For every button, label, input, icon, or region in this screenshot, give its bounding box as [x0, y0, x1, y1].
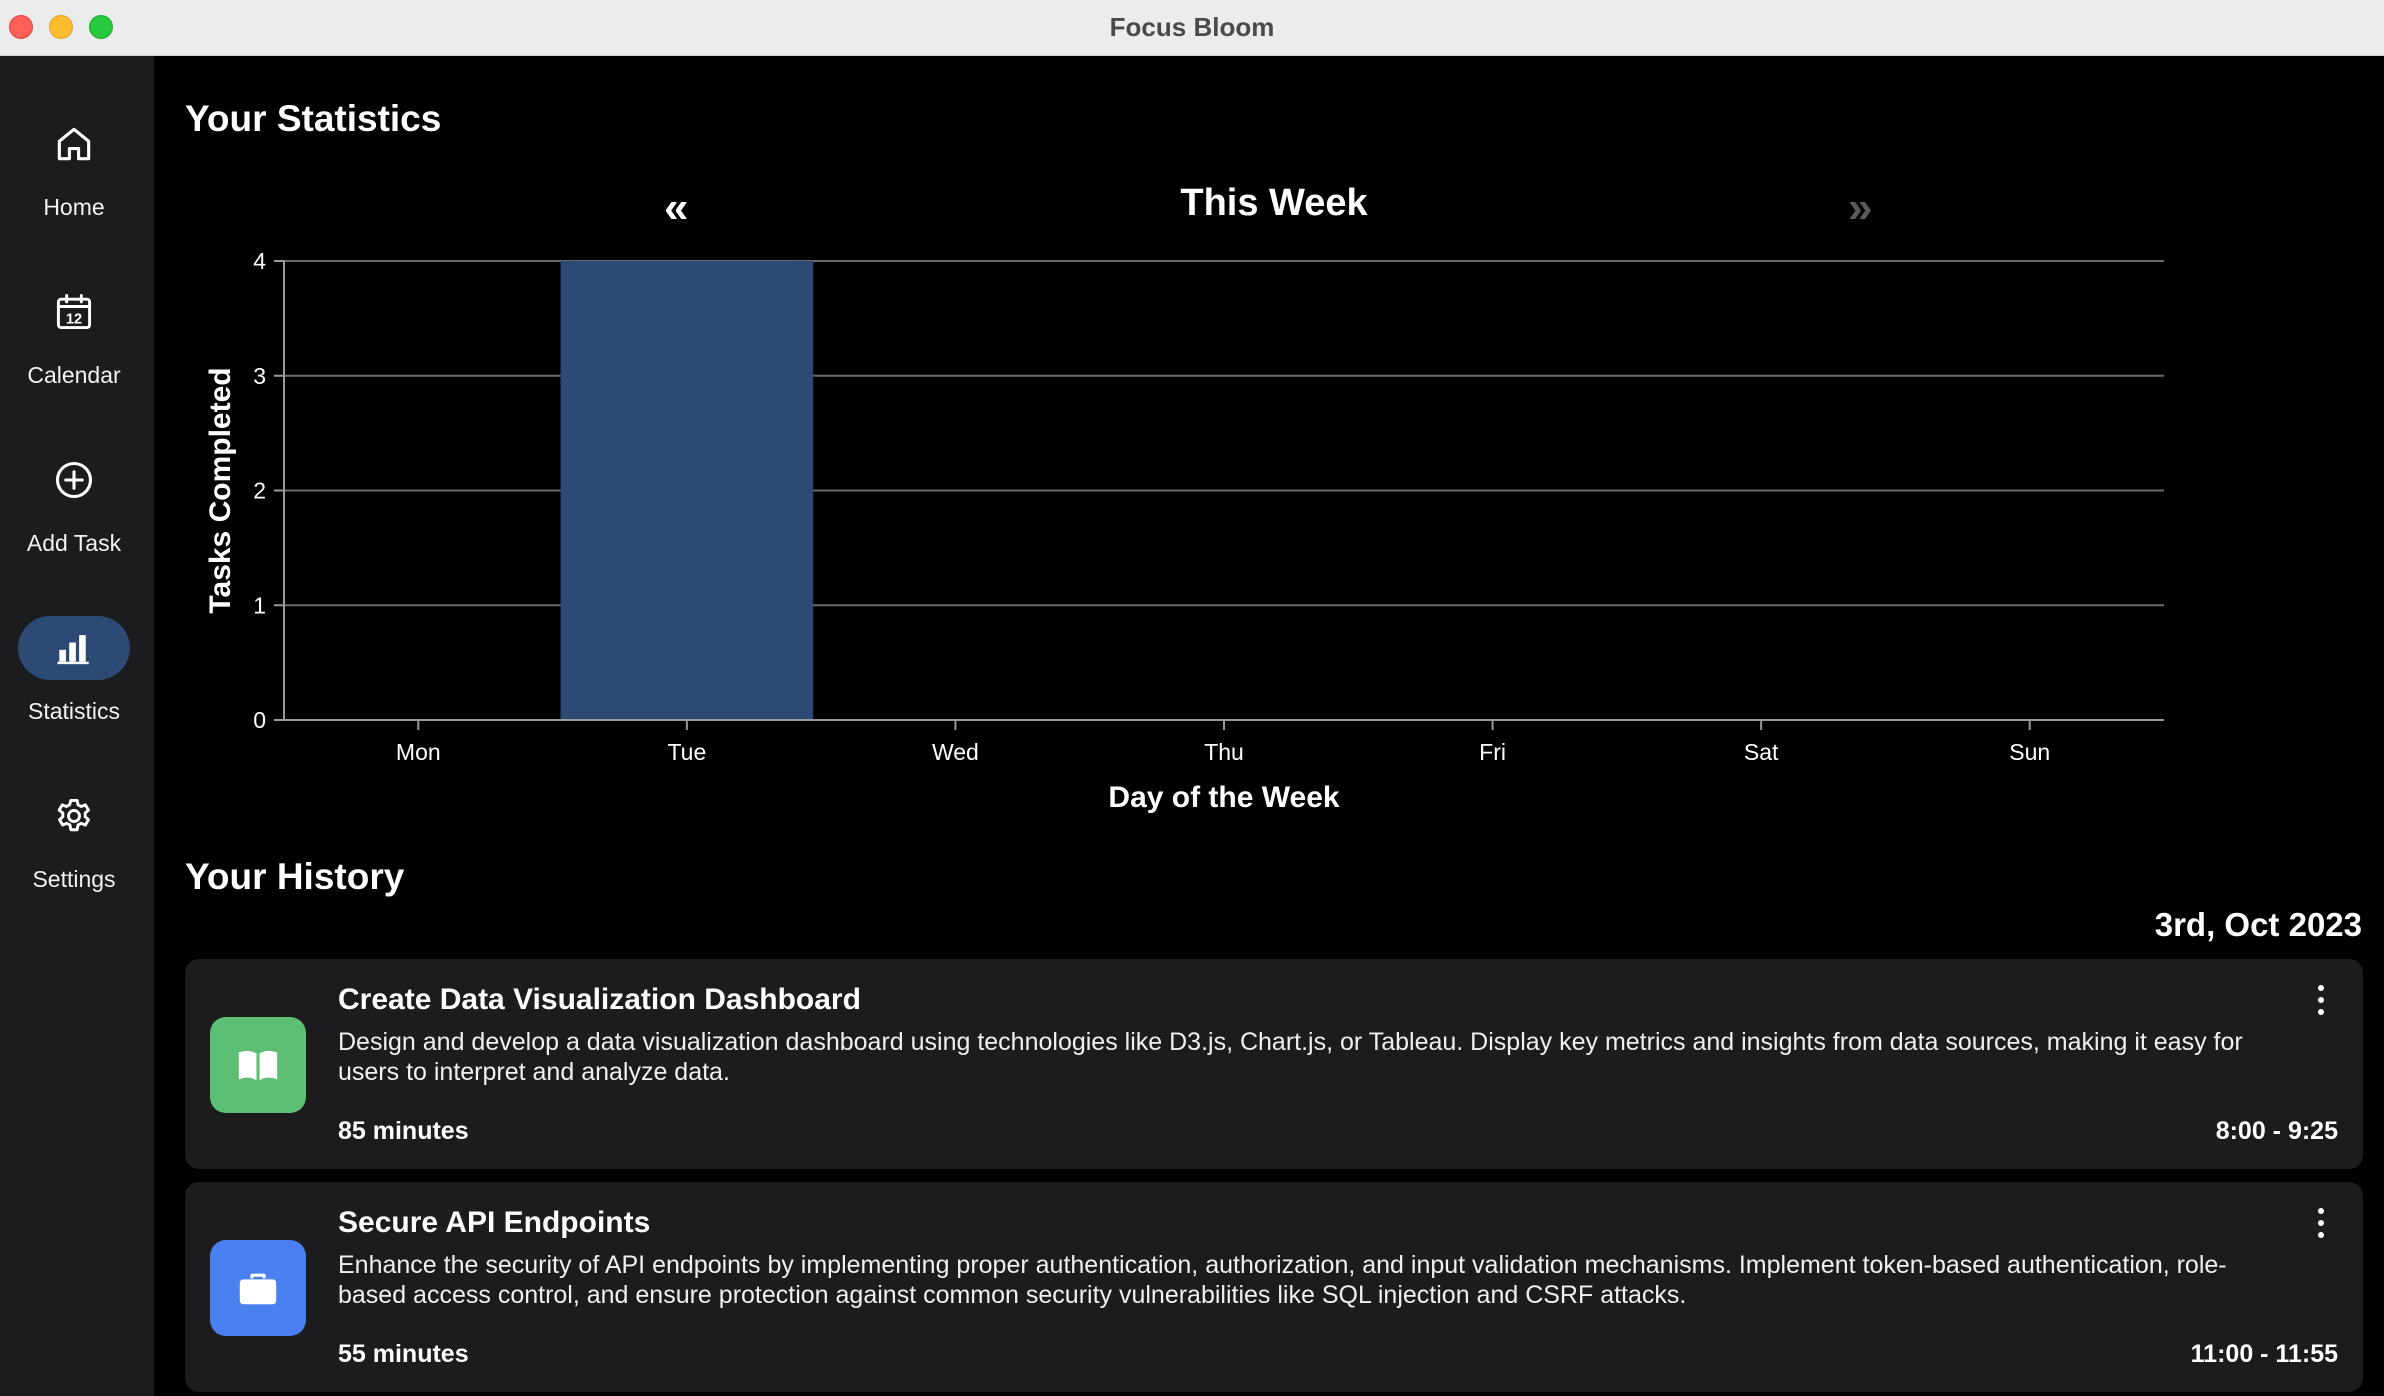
y-tick-label: 2 [253, 478, 266, 504]
history-title: Your History [185, 856, 405, 897]
x-axis-label: Day of the Week [1108, 781, 1339, 814]
more-options-icon[interactable] [2309, 1208, 2333, 1238]
task-duration: 85 minutes [338, 1117, 469, 1145]
briefcase-icon [210, 1240, 306, 1336]
sidebar-item-label: Settings [32, 866, 116, 892]
y-tick-label: 4 [253, 248, 266, 274]
y-axis-label: Tasks Completed [204, 367, 237, 613]
task-title: Secure API Endpoints [338, 1206, 651, 1239]
task-time-range: 8:00 - 9:25 [2215, 1117, 2338, 1145]
y-tick-label: 0 [253, 707, 266, 733]
y-tick-label: 1 [253, 592, 266, 618]
bar-tue [560, 261, 814, 720]
x-tick-label: Fri [1479, 739, 1506, 765]
task-description: Enhance the security of API endpoints by… [338, 1251, 2227, 1309]
x-tick-label: Wed [932, 739, 979, 765]
y-tick-label: 3 [253, 363, 266, 389]
book-icon [210, 1017, 306, 1113]
task-duration: 55 minutes [338, 1340, 469, 1368]
x-tick-label: Mon [396, 739, 441, 765]
task-description: Design and develop a data visualization … [338, 1028, 2243, 1086]
x-tick-label: Tue [667, 739, 706, 765]
weekly-tasks-chart: 0 1 2 3 4 Mon Tue Wed Thu Fri Sat Sun Day of the Wee… [204, 248, 2164, 814]
task-title: Create Data Visualization Dashboard [338, 983, 861, 1016]
task-time-range: 11:00 - 11:55 [2190, 1340, 2338, 1368]
history-date: 3rd, Oct 2023 [2154, 906, 2362, 943]
history-card[interactable]: Create Data Visualization Dashboard Desi… [185, 959, 2363, 1169]
x-tick-label: Sat [1744, 739, 1779, 765]
x-tick-label: Sun [2009, 739, 2050, 765]
more-options-icon[interactable] [2309, 985, 2333, 1015]
history-card[interactable]: Secure API Endpoints Enhance the securit… [185, 1182, 2363, 1392]
x-tick-label: Thu [1204, 739, 1244, 765]
